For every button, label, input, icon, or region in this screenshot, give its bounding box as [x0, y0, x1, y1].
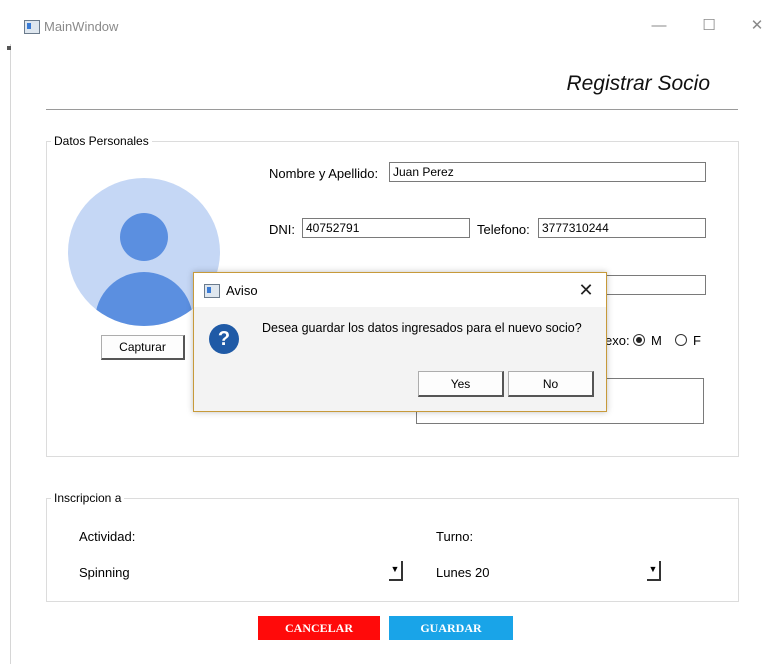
yes-button[interactable]: Yes — [418, 371, 504, 397]
dropdown-arrow-icon[interactable]: ▼ — [389, 561, 403, 581]
dialog-message: Desea guardar los datos ingresados para … — [262, 321, 582, 335]
sex-option-m-label: M — [651, 333, 662, 348]
app-window-icon — [24, 20, 40, 34]
title-divider — [46, 109, 738, 110]
sex-option-f-label: F — [693, 333, 701, 348]
window-left-edge — [10, 44, 11, 664]
sex-label: exo: — [605, 333, 630, 348]
dni-input[interactable] — [302, 218, 470, 238]
window-title: MainWindow — [44, 19, 119, 34]
edge-marker — [7, 46, 11, 50]
activity-label: Actividad: — [79, 529, 136, 544]
name-input[interactable] — [389, 162, 706, 182]
inscription-group — [46, 498, 739, 602]
app-window-icon — [204, 284, 220, 298]
capture-button[interactable]: Capturar — [101, 335, 185, 360]
inscription-group-label: Inscripcion a — [51, 491, 125, 505]
phone-input[interactable] — [538, 218, 706, 238]
question-icon: ? — [209, 324, 239, 354]
avatar-body — [95, 272, 193, 326]
sex-radio-m[interactable] — [633, 334, 645, 346]
save-button[interactable]: GUARDAR — [389, 616, 513, 640]
no-button[interactable]: No — [508, 371, 594, 397]
dropdown-arrow-icon[interactable]: ▼ — [647, 561, 661, 581]
sex-radio-f[interactable] — [675, 334, 687, 346]
maximize-button[interactable]: ☐ — [694, 16, 724, 36]
personal-data-group-label: Datos Personales — [51, 134, 152, 148]
cancel-button[interactable]: CANCELAR — [258, 616, 380, 640]
close-button[interactable]: ✕ — [742, 16, 772, 36]
dni-label: DNI: — [269, 222, 295, 237]
dialog-close-button[interactable]: ✕ — [574, 278, 598, 302]
minimize-button[interactable]: — — [644, 16, 674, 36]
avatar-head — [120, 213, 168, 261]
activity-select-value[interactable]: Spinning — [79, 565, 130, 580]
name-label: Nombre y Apellido: — [269, 166, 379, 181]
shift-select-value[interactable]: Lunes 20 — [436, 565, 490, 580]
address-input[interactable] — [600, 275, 706, 295]
confirm-dialog: Aviso ✕ ? Desea guardar los datos ingres… — [193, 272, 607, 412]
dialog-title: Aviso — [226, 283, 258, 298]
phone-label: Telefono: — [477, 222, 530, 237]
page-title: Registrar Socio — [566, 72, 710, 95]
shift-label: Turno: — [436, 529, 474, 544]
